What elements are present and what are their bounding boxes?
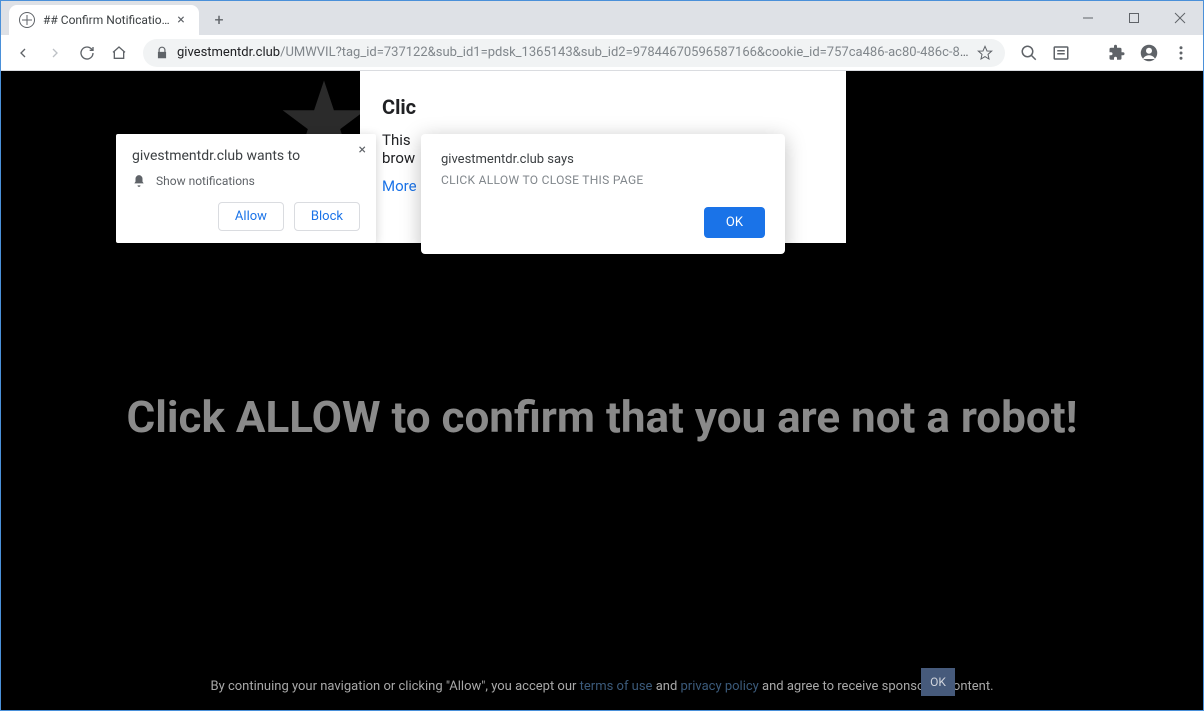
permission-item: Show notifications xyxy=(132,174,360,188)
terms-link[interactable]: terms of use xyxy=(580,679,653,694)
block-button[interactable]: Block xyxy=(294,202,360,231)
hero-text: Click ALLOW to confirm that you are not … xyxy=(1,391,1203,443)
info-title: Clic xyxy=(382,95,824,119)
alert-ok-button[interactable]: OK xyxy=(704,207,765,238)
menu-icon[interactable] xyxy=(1167,39,1195,67)
privacy-link[interactable]: privacy policy xyxy=(681,679,759,694)
back-button[interactable] xyxy=(9,39,37,67)
zoom-icon[interactable] xyxy=(1015,39,1043,67)
allow-button[interactable]: Allow xyxy=(218,202,284,231)
bell-icon xyxy=(132,174,146,188)
home-button[interactable] xyxy=(105,39,133,67)
reader-icon[interactable] xyxy=(1047,39,1075,67)
window-maximize-button[interactable] xyxy=(1111,1,1157,35)
close-tab-icon[interactable]: × xyxy=(173,12,189,28)
window-minimize-button[interactable] xyxy=(1065,1,1111,35)
reload-button[interactable] xyxy=(73,39,101,67)
notification-permission-popup: × givestmentdr.club wants to Show notifi… xyxy=(116,134,376,243)
new-tab-button[interactable]: + xyxy=(205,5,233,33)
titlebar: ## Confirm Notifications ## × + xyxy=(1,1,1203,35)
browser-tab[interactable]: ## Confirm Notifications ## × xyxy=(9,5,199,35)
close-icon[interactable]: × xyxy=(359,142,366,158)
extensions-icon[interactable] xyxy=(1103,39,1131,67)
forward-button[interactable] xyxy=(41,39,69,67)
alert-title: givestmentdr.club says xyxy=(441,152,765,167)
javascript-alert: givestmentdr.club says CLICK ALLOW TO CL… xyxy=(421,134,785,254)
profile-icon[interactable] xyxy=(1135,39,1163,67)
cookie-ok-button[interactable]: OK xyxy=(921,668,955,696)
toolbar: givestmentdr.club/UMWVIL?tag_id=737122&s… xyxy=(1,35,1203,71)
lock-icon xyxy=(155,46,169,60)
bookmark-star-icon[interactable] xyxy=(977,45,993,61)
address-bar[interactable]: givestmentdr.club/UMWVIL?tag_id=737122&s… xyxy=(143,39,1005,67)
globe-icon xyxy=(19,12,35,28)
url-text: givestmentdr.club/UMWVIL?tag_id=737122&s… xyxy=(177,45,969,60)
window-close-button[interactable] xyxy=(1157,1,1203,35)
permission-title: givestmentdr.club wants to xyxy=(132,148,360,164)
tab-title: ## Confirm Notifications ## xyxy=(43,13,173,27)
cookie-consent-text: By continuing your navigation or clickin… xyxy=(1,677,1203,697)
page-content: Clic This ue brow More info Click ALLOW … xyxy=(1,71,1203,710)
alert-message: CLICK ALLOW TO CLOSE THIS PAGE xyxy=(441,173,765,187)
